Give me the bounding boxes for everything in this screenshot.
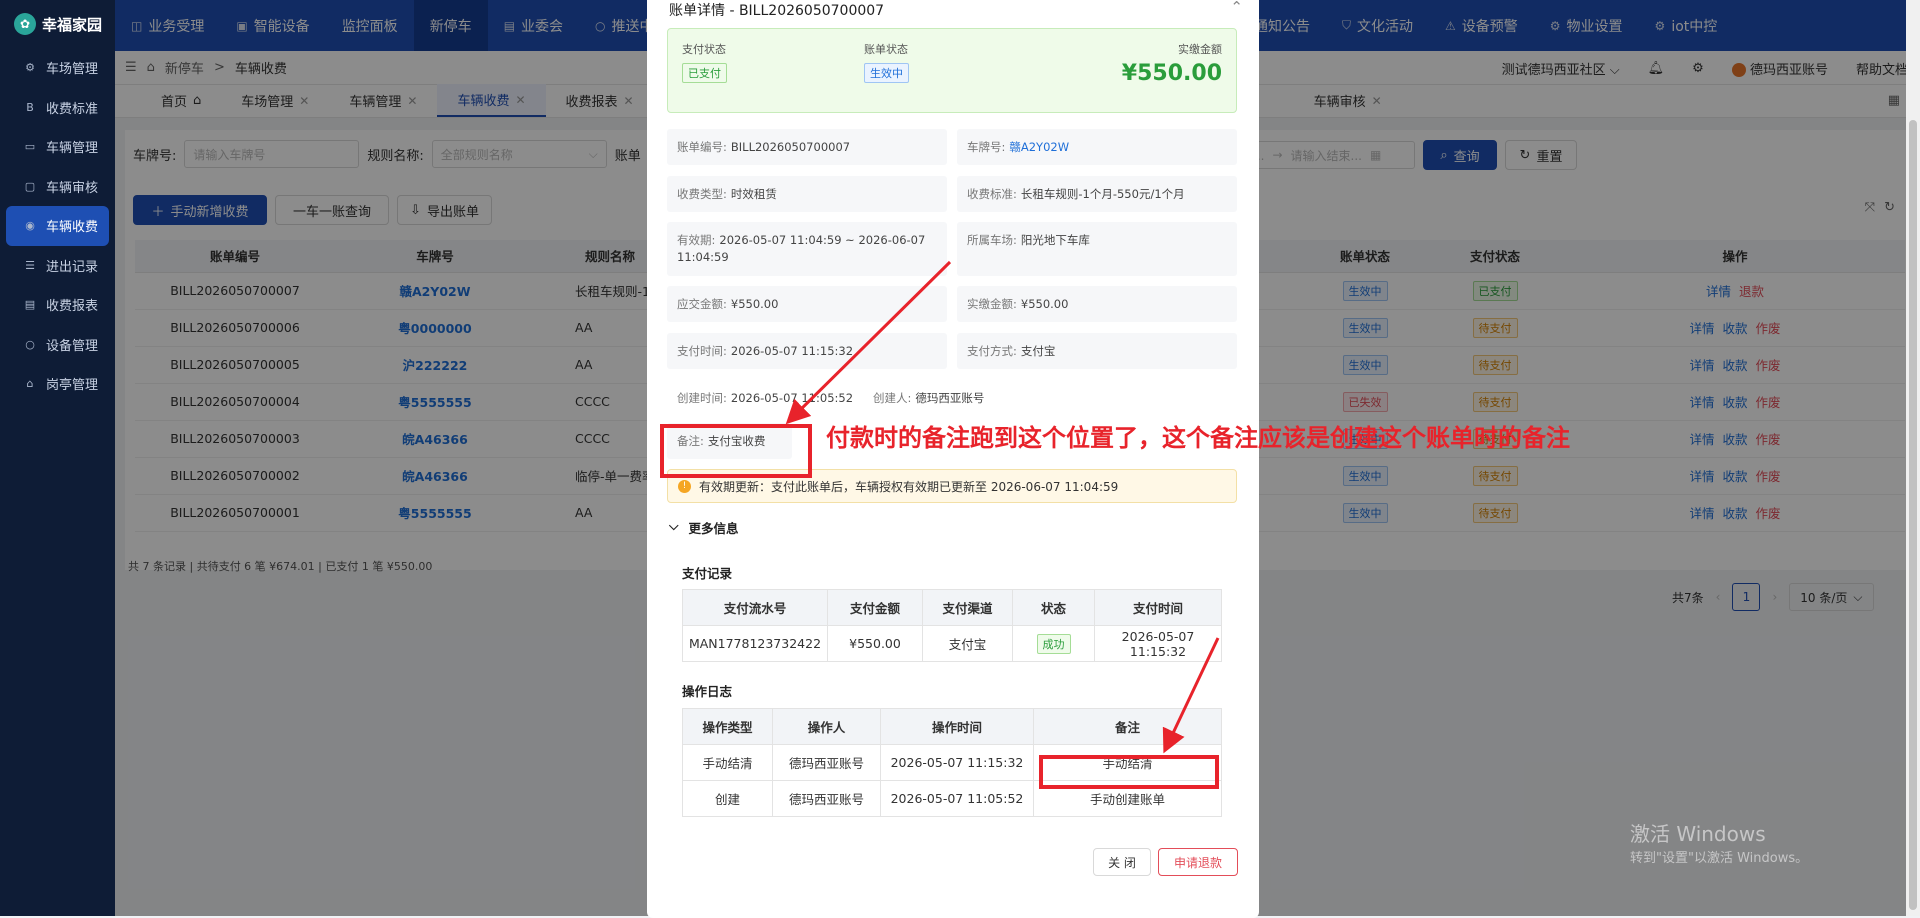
- arrow-to-log-remark: [1162, 637, 1220, 754]
- arrow-to-remark: [785, 260, 952, 425]
- windows-activation-watermark: 激活 Windows 转到"设置"以激活 Windows。: [1630, 822, 1809, 866]
- annotation-arrows: [785, 260, 1220, 754]
